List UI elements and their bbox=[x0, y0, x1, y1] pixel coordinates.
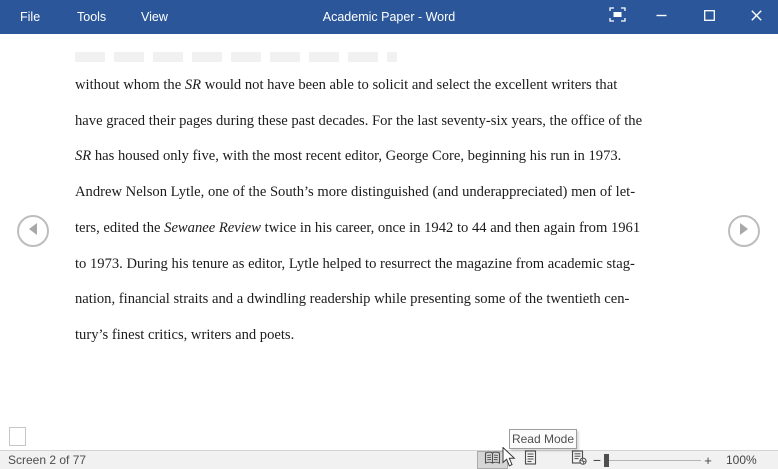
read-mode-tooltip: Read Mode bbox=[509, 429, 577, 449]
view-button-print-layout[interactable] bbox=[515, 451, 546, 469]
document-text-line: SR has housed only five, with the most r… bbox=[75, 139, 720, 175]
fullscreen-toggle-button[interactable] bbox=[602, 0, 632, 34]
arrow-right-icon bbox=[738, 222, 750, 241]
next-screen-button[interactable] bbox=[728, 215, 760, 247]
document-text-line: to 1973. During his tenure as editor, Ly… bbox=[75, 247, 720, 283]
page-globe-icon bbox=[571, 450, 587, 469]
document-lines: without whom the SR would not have been … bbox=[75, 68, 720, 354]
status-mini-box[interactable] bbox=[9, 427, 26, 446]
document-text-line: have graced their pages during these pas… bbox=[75, 104, 720, 140]
minimize-button[interactable] bbox=[646, 0, 676, 34]
document-text-line: Andrew Nelson Lytle, one of the South’s … bbox=[75, 175, 720, 211]
close-icon bbox=[751, 8, 762, 26]
word-read-mode-window: File Tools View Academic Paper - Word bbox=[0, 0, 778, 469]
page-icon bbox=[523, 450, 538, 469]
previous-screen-button[interactable] bbox=[17, 215, 49, 247]
zoom-out-button[interactable]: − bbox=[590, 451, 604, 469]
title-bar: File Tools View Academic Paper - Word bbox=[0, 0, 778, 34]
zoom-in-button[interactable]: + bbox=[701, 451, 715, 469]
maximize-icon bbox=[704, 8, 715, 26]
document-text-line: without whom the SR would not have been … bbox=[75, 68, 720, 104]
zoom-level[interactable]: 100% bbox=[726, 451, 766, 469]
book-icon bbox=[484, 451, 501, 469]
fullscreen-toggle-icon bbox=[609, 7, 626, 27]
arrow-left-icon bbox=[27, 222, 39, 241]
minimize-icon bbox=[656, 8, 667, 26]
clipped-text-remnant bbox=[75, 52, 397, 62]
zoom-slider-track[interactable] bbox=[609, 460, 701, 461]
document-text-line: ters, edited the Sewanee Review twice in… bbox=[75, 211, 720, 247]
zoom-slider-handle[interactable] bbox=[604, 454, 609, 467]
status-bar: Screen 2 of 77 bbox=[0, 450, 778, 469]
menu-file[interactable]: File bbox=[14, 0, 46, 34]
document-text-line: nation, financial straits and a dwindlin… bbox=[75, 282, 720, 318]
close-button[interactable] bbox=[741, 0, 771, 34]
menu-tools[interactable]: Tools bbox=[71, 0, 112, 34]
mouse-cursor-icon bbox=[502, 447, 516, 469]
screen-indicator[interactable]: Screen 2 of 77 bbox=[8, 451, 86, 469]
menu-view[interactable]: View bbox=[135, 0, 174, 34]
maximize-button[interactable] bbox=[694, 0, 724, 34]
document-text-line: tury’s finest critics, writers and poets… bbox=[75, 318, 720, 354]
